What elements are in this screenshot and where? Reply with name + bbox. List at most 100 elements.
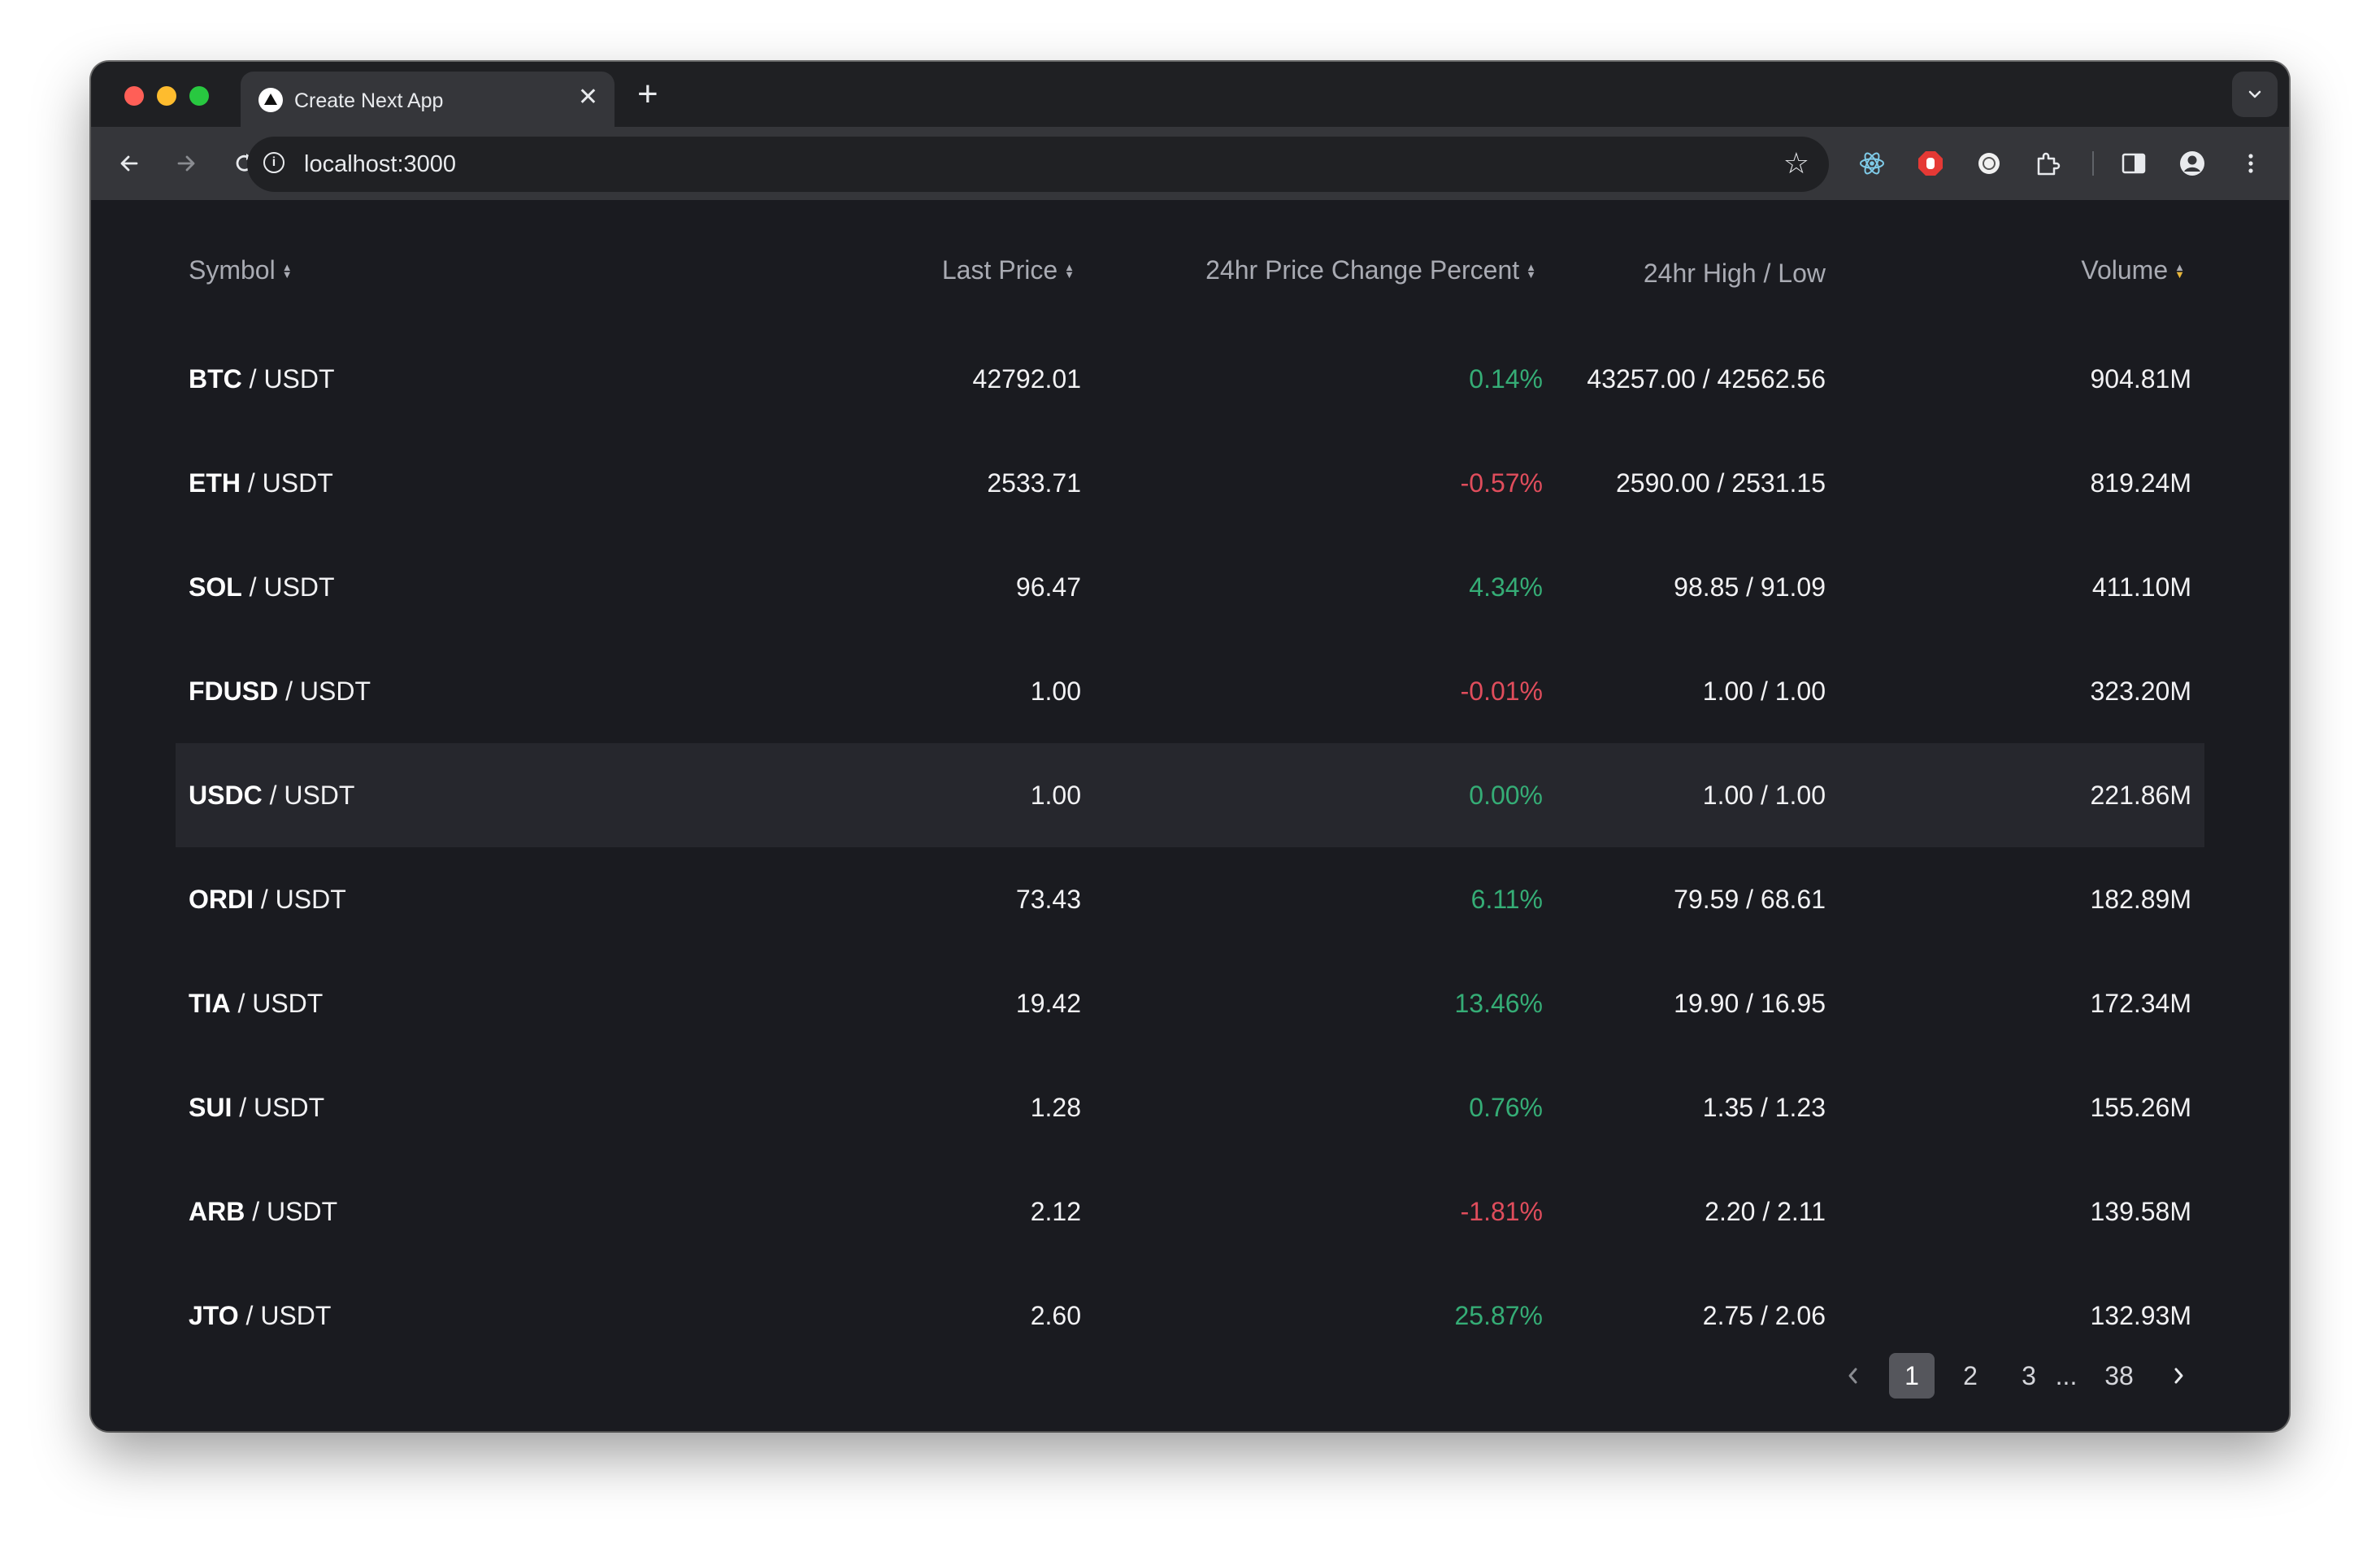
price-change-cell: 25.87% [1454,1301,1543,1330]
chevron-left-icon [1848,1368,1857,1384]
volume-cell: 132.93M [2090,1301,2191,1330]
base-asset: ETH [189,468,241,498]
quote-asset: / USDT [254,885,346,914]
react-devtools-extension[interactable] [1855,146,1889,181]
tab-close-icon[interactable]: ✕ [578,85,598,110]
symbol-cell: ARB / USDT [189,1192,337,1231]
volume-cell: 155.26M [2090,1093,2191,1122]
minimize-window-button[interactable] [157,86,176,106]
table-row[interactable]: SUI / USDT 1.28 0.76% 1.35 / 1.23 155.26M [176,1055,2204,1159]
browser-window: Create Next App ✕ + i localhost:3000 ☆ S… [91,62,2289,1431]
tab-search-button[interactable] [2232,72,2278,117]
extensions-button[interactable] [2030,146,2065,181]
quote-asset: / USDT [232,1093,325,1122]
profile-avatar-icon [2180,151,2204,176]
page-button-3[interactable]: 3 [2006,1353,2052,1399]
table-row[interactable]: USDC / USDT 1.00 0.00% 1.00 / 1.00 221.86M [176,743,2204,847]
page-button-last[interactable]: 38 [2091,1353,2148,1399]
price-change-cell: -0.01% [1460,676,1543,706]
extension-circle[interactable] [1972,146,2006,181]
symbol-cell: FDUSD / USDT [189,672,371,711]
symbol-cell: SUI / USDT [189,1088,324,1127]
sort-icon: ▲ ▼ [1064,260,1075,281]
high-low-cell: 79.59 / 68.61 [1674,885,1826,914]
header-price-change[interactable]: 24hr Price Change Percent ▲ ▼ [1205,255,1536,285]
header-last-price[interactable]: Last Price ▲ ▼ [942,255,1075,285]
volume-cell: 172.34M [2090,989,2191,1018]
symbol-cell: SOL / USDT [189,568,335,607]
quote-asset: / USDT [238,1301,332,1330]
last-price-cell: 42792.01 [972,364,1081,394]
chevron-right-icon [2174,1368,2183,1384]
base-asset: SOL [189,572,242,602]
browser-tab[interactable]: Create Next App ✕ [241,72,615,127]
pagination: 1 2 3 ... 38 [1831,1353,2286,1399]
symbol-cell: USDC / USDT [189,776,354,815]
new-tab-button[interactable]: + [637,72,658,117]
volume-cell: 819.24M [2090,468,2191,498]
profile-button[interactable] [2175,146,2209,181]
table-row[interactable]: ORDI / USDT 73.43 6.11% 79.59 / 68.61 182.89… [176,847,2204,951]
side-panel-icon [2122,153,2146,174]
sort-icon: ▲ ▼ [281,260,293,281]
next-page-button[interactable] [2156,1353,2201,1399]
volume-cell: 904.81M [2090,364,2191,394]
high-low-cell: 2.75 / 2.06 [1702,1301,1826,1330]
table-header: Symbol ▲ ▼ Last Price ▲ ▼ 24hr Price Chang… [91,200,2289,346]
volume-cell: 139.58M [2090,1197,2191,1226]
last-price-cell: 1.00 [1030,676,1081,706]
table-row[interactable]: TIA / USDT 19.42 13.46% 19.90 / 16.95 172.34… [176,951,2204,1055]
site-info-icon[interactable]: i [263,152,284,173]
back-button[interactable] [112,146,146,181]
last-price-cell: 96.47 [1015,572,1081,602]
header-symbol[interactable]: Symbol ▲ ▼ [189,255,293,285]
last-price-cell: 1.00 [1030,781,1081,810]
table-row[interactable]: JTO / USDT 2.60 25.87% 2.75 / 2.06 132.93M [176,1264,2204,1368]
sort-desc-icon: ▲ ▼ [2174,260,2185,281]
browser-toolbar: i localhost:3000 ☆ [91,127,2289,200]
table-row[interactable]: ARB / USDT 2.12 -1.81% 2.20 / 2.11 139.58M [176,1159,2204,1264]
zoom-window-button[interactable] [189,86,209,106]
page-button-1[interactable]: 1 [1889,1353,1935,1399]
page-button-2[interactable]: 2 [1948,1353,1993,1399]
price-change-cell: 6.11% [1470,885,1543,914]
close-window-button[interactable] [124,86,144,106]
high-low-cell: 2590.00 / 2531.15 [1615,468,1826,498]
arrow-right-icon [177,155,195,172]
url-text[interactable]: localhost:3000 [304,151,456,178]
browser-menu-button[interactable] [2234,146,2268,181]
prev-page-button[interactable] [1831,1353,1876,1399]
high-low-cell: 1.35 / 1.23 [1702,1093,1826,1122]
high-low-cell: 1.00 / 1.00 [1702,781,1826,810]
price-change-cell: 0.00% [1469,781,1543,810]
table-row[interactable]: SOL / USDT 96.47 4.34% 98.85 / 91.09 411.10M [176,535,2204,639]
symbol-cell: JTO / USDT [189,1296,331,1335]
pagination-ellipsis: ... [2055,1361,2078,1390]
base-asset: USDC [189,781,263,810]
forward-button[interactable] [169,146,203,181]
header-high-low-label: 24hr High / Low [1643,259,1826,288]
table-row[interactable]: ETH / USDT 2533.71 -0.57% 2590.00 / 2531.15… [176,431,2204,535]
header-volume[interactable]: Volume ▲ ▼ [2081,255,2185,285]
side-panel-button[interactable] [2117,146,2151,181]
base-asset: FDUSD [189,676,279,706]
volume-cell: 182.89M [2090,885,2191,914]
puzzle-icon [2037,152,2061,176]
volume-cell: 221.86M [2090,781,2191,810]
symbol-cell: ETH / USDT [189,463,333,502]
volume-cell: 323.20M [2090,676,2191,706]
price-change-cell: -1.81% [1460,1197,1543,1226]
nextjs-favicon-icon [258,88,283,112]
table-row[interactable]: BTC / USDT 42792.01 0.14% 43257.00 / 42562.… [176,327,2204,431]
header-symbol-label: Symbol [189,255,276,285]
bookmark-star-icon[interactable]: ☆ [1783,147,1809,180]
adblock-extension[interactable] [1913,146,1948,181]
symbol-cell: BTC / USDT [189,359,335,398]
base-asset: SUI [189,1093,232,1122]
tab-title: Create Next App [294,89,444,112]
table-row[interactable]: FDUSD / USDT 1.00 -0.01% 1.00 / 1.00 323.20M [176,639,2204,743]
base-asset: TIA [189,989,231,1018]
quote-asset: / USDT [262,781,355,810]
arrow-left-icon [120,155,138,172]
address-bar[interactable]: i localhost:3000 ☆ [247,137,1829,192]
